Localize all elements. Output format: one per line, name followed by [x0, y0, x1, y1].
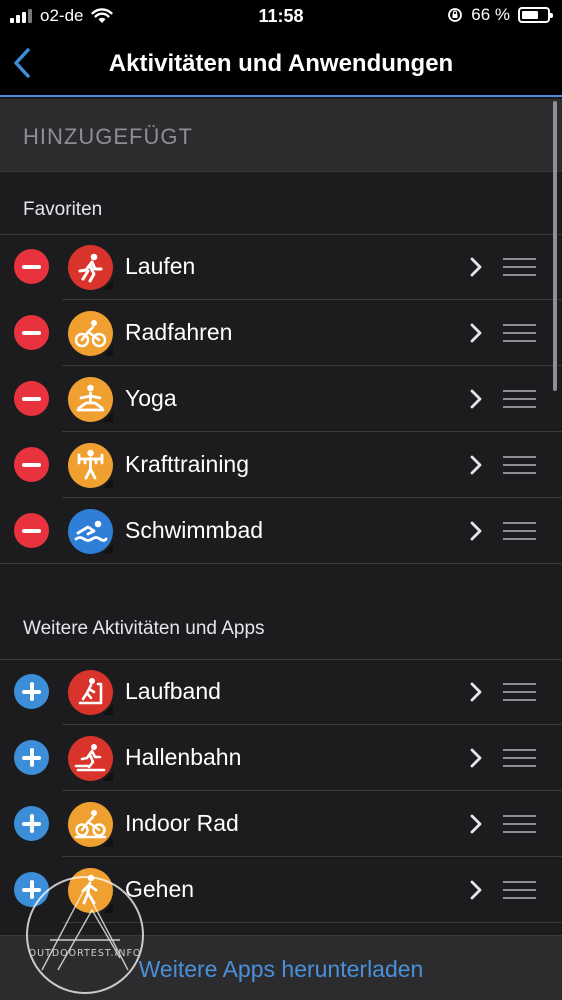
- section-header-added: HINZUGEFÜGT: [0, 99, 562, 172]
- battery-icon: [518, 7, 553, 23]
- drag-handle-icon[interactable]: [503, 522, 536, 546]
- chevron-right-icon[interactable]: [468, 256, 484, 278]
- chevron-right-icon[interactable]: [468, 520, 484, 542]
- page-title: Aktivitäten und Anwendungen: [108, 50, 454, 77]
- more-row-laufband[interactable]: Laufband: [0, 659, 562, 725]
- status-bar: o2-de 11:58 66 %: [0, 0, 562, 34]
- drag-handle-icon[interactable]: [503, 881, 536, 905]
- favorite-row-radfahren[interactable]: Radfahren: [0, 300, 562, 366]
- activity-label: Schwimmbad: [125, 517, 264, 543]
- activity-label: Krafttraining: [125, 451, 250, 477]
- activity-label: Radfahren: [125, 319, 233, 345]
- more-row-hallenbahn[interactable]: Hallenbahn: [0, 725, 562, 791]
- activity-label: Laufen: [125, 253, 196, 279]
- strength-training-icon: [68, 443, 113, 488]
- drag-handle-icon[interactable]: [503, 390, 536, 414]
- treadmill-icon: [68, 670, 113, 715]
- orientation-lock-icon: [448, 8, 463, 22]
- activity-list[interactable]: HINZUGEFÜGT Favoriten Laufen Radfahren Y…: [0, 99, 562, 1000]
- drag-handle-icon[interactable]: [503, 683, 536, 707]
- add-button[interactable]: [14, 740, 49, 775]
- chevron-right-icon[interactable]: [468, 813, 484, 835]
- add-button[interactable]: [14, 806, 49, 841]
- cycling-icon: [68, 311, 113, 356]
- watermark-logo: OUTDOORTEST.INFO: [26, 876, 144, 994]
- favorite-row-laufen[interactable]: Laufen: [0, 234, 562, 300]
- favorite-row-yoga[interactable]: Yoga: [0, 366, 562, 432]
- chevron-right-icon[interactable]: [468, 747, 484, 769]
- favorite-row-schwimmbad[interactable]: Schwimmbad: [0, 498, 562, 564]
- battery-percent: 66 %: [471, 5, 510, 24]
- activity-label: Yoga: [125, 385, 177, 411]
- indoor-track-icon: [68, 736, 113, 781]
- more-row-indoor-rad[interactable]: Indoor Rad: [0, 791, 562, 857]
- favorites-group-label: Favoriten: [23, 199, 103, 220]
- section-header-label: HINZUGEFÜGT: [23, 124, 193, 149]
- status-right: 66 %: [447, 5, 553, 25]
- drag-handle-icon[interactable]: [503, 815, 536, 839]
- scrollbar[interactable]: [553, 101, 557, 391]
- drag-handle-icon[interactable]: [503, 456, 536, 480]
- activity-label: Laufband: [125, 678, 221, 704]
- remove-button[interactable]: [14, 447, 49, 482]
- chevron-right-icon[interactable]: [468, 388, 484, 410]
- chevron-right-icon[interactable]: [468, 322, 484, 344]
- drag-handle-icon[interactable]: [503, 258, 536, 282]
- watermark-text: OUTDOORTEST.INFO: [29, 948, 142, 959]
- drag-handle-icon[interactable]: [503, 749, 536, 773]
- remove-button[interactable]: [14, 381, 49, 416]
- remove-button[interactable]: [14, 513, 49, 548]
- favorite-row-krafttraining[interactable]: Krafttraining: [0, 432, 562, 498]
- chevron-right-icon[interactable]: [468, 681, 484, 703]
- running-icon: [68, 245, 113, 290]
- navigation-bar: Aktivitäten und Anwendungen: [0, 34, 562, 97]
- yoga-icon: [68, 377, 113, 422]
- chevron-right-icon[interactable]: [468, 454, 484, 476]
- pool-swim-icon: [68, 509, 113, 554]
- more-activities-group-label: Weitere Aktivitäten und Apps: [23, 618, 265, 639]
- chevron-right-icon[interactable]: [468, 879, 484, 901]
- activity-label: Indoor Rad: [125, 810, 239, 836]
- indoor-bike-icon: [68, 802, 113, 847]
- activity-label: Hallenbahn: [125, 744, 242, 770]
- drag-handle-icon[interactable]: [503, 324, 536, 348]
- remove-button[interactable]: [14, 249, 49, 284]
- remove-button[interactable]: [14, 315, 49, 350]
- add-button[interactable]: [14, 674, 49, 709]
